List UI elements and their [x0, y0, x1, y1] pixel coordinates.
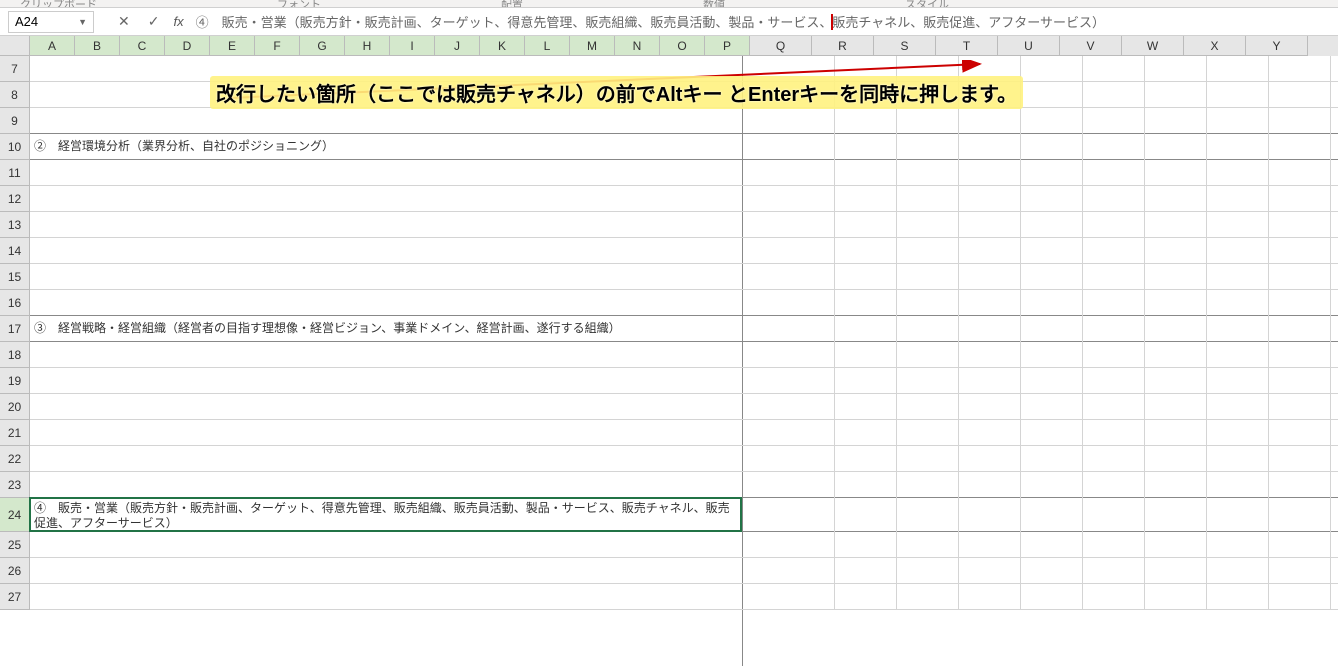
row-header-12[interactable]: 12: [0, 186, 30, 212]
col-header-P[interactable]: P: [705, 36, 750, 56]
cell-A17[interactable]: ③ 経営戦略・経営組織（経営者の目指す理想像・経営ビジョン、事業ドメイン、経営計…: [30, 316, 625, 339]
formula-text-part1: ④ 販売・営業（販売方針・販売計画、ターゲット、得意先管理、販売組織、販売員活動…: [196, 12, 833, 31]
col-header-F[interactable]: F: [255, 36, 300, 56]
col-header-V[interactable]: V: [1060, 36, 1122, 56]
row-header-18[interactable]: 18: [0, 342, 30, 368]
col-header-D[interactable]: D: [165, 36, 210, 56]
row-header-21[interactable]: 21: [0, 420, 30, 446]
row-header-24[interactable]: 24: [0, 498, 30, 532]
annotation-text: 改行したい箇所（ここでは販売チャネル）の前でAltキー とEnterキーを同時に…: [210, 76, 1023, 109]
col-header-R[interactable]: R: [812, 36, 874, 56]
name-box-value: A24: [15, 14, 38, 29]
row-header-7[interactable]: 7: [0, 56, 30, 82]
formula-input[interactable]: ④ 販売・営業（販売方針・販売計画、ターゲット、得意先管理、販売組織、販売員活動…: [196, 12, 1330, 31]
row-header-23[interactable]: 23: [0, 472, 30, 498]
name-box[interactable]: A24 ▼: [8, 11, 94, 33]
col-header-G[interactable]: G: [300, 36, 345, 56]
ribbon-tab-style[interactable]: スタイル: [905, 0, 949, 8]
col-header-Q[interactable]: Q: [750, 36, 812, 56]
col-header-I[interactable]: I: [390, 36, 435, 56]
row-header-8[interactable]: 8: [0, 82, 30, 108]
col-header-L[interactable]: L: [525, 36, 570, 56]
row-header-27[interactable]: 27: [0, 584, 30, 610]
confirm-button[interactable]: ✓: [144, 11, 164, 32]
formula-text-part2: 販売チャネル、販売促進、アフターサービス）: [832, 12, 1105, 31]
row-header-19[interactable]: 19: [0, 368, 30, 394]
row-header-26[interactable]: 26: [0, 558, 30, 584]
ribbon-tabs: クリップボード フォント 配置 数値 スタイル: [0, 0, 1338, 8]
row-header-10[interactable]: 10: [0, 134, 30, 160]
col-header-B[interactable]: B: [75, 36, 120, 56]
row-header-13[interactable]: 13: [0, 212, 30, 238]
row-header-9[interactable]: 9: [0, 108, 30, 134]
col-header-X[interactable]: X: [1184, 36, 1246, 56]
row-header-16[interactable]: 16: [0, 290, 30, 316]
col-header-E[interactable]: E: [210, 36, 255, 56]
row-header-22[interactable]: 22: [0, 446, 30, 472]
cells-area[interactable]: ② 経営環境分析（業界分析、自社のポジショニング） ③ 経営戦略・経営組織（経営…: [30, 56, 1338, 610]
row-header-25[interactable]: 25: [0, 532, 30, 558]
cell-A10[interactable]: ② 経営環境分析（業界分析、自社のポジショニング）: [30, 134, 338, 157]
col-header-S[interactable]: S: [874, 36, 936, 56]
row-header-20[interactable]: 20: [0, 394, 30, 420]
column-headers: A B C D E F G H I J K L M N O P Q R S T …: [0, 36, 1338, 56]
ribbon-tab-number[interactable]: 数値: [703, 0, 725, 8]
col-header-A[interactable]: A: [30, 36, 75, 56]
ribbon-tab-font[interactable]: フォント: [277, 0, 321, 8]
formula-controls: ✕ ✓ fx: [114, 11, 184, 32]
ribbon-tab-clipboard[interactable]: クリップボード: [20, 0, 97, 8]
col-header-W[interactable]: W: [1122, 36, 1184, 56]
spreadsheet-grid[interactable]: 改行したい箇所（ここでは販売チャネル）の前でAltキー とEnterキーを同時に…: [0, 36, 1338, 666]
formula-bar: A24 ▼ ✕ ✓ fx ④ 販売・営業（販売方針・販売計画、ターゲット、得意先…: [0, 8, 1338, 36]
col-header-U[interactable]: U: [998, 36, 1060, 56]
cell-A24[interactable]: ④ 販売・営業（販売方針・販売計画、ターゲット、得意先管理、販売組織、販売員活動…: [30, 498, 742, 534]
cancel-button[interactable]: ✕: [114, 11, 134, 32]
col-header-K[interactable]: K: [480, 36, 525, 56]
col-header-H[interactable]: H: [345, 36, 390, 56]
col-header-J[interactable]: J: [435, 36, 480, 56]
col-header-N[interactable]: N: [615, 36, 660, 56]
select-all-corner[interactable]: [0, 36, 30, 56]
fx-icon[interactable]: fx: [173, 14, 183, 29]
col-header-T[interactable]: T: [936, 36, 998, 56]
row-header-15[interactable]: 15: [0, 264, 30, 290]
row-header-14[interactable]: 14: [0, 238, 30, 264]
row-header-17[interactable]: 17: [0, 316, 30, 342]
row-headers: 7 8 9 10 11 12 13 14 15 16 17 18 19 20 2…: [0, 56, 30, 610]
ribbon-tab-alignment[interactable]: 配置: [501, 0, 523, 8]
row-header-11[interactable]: 11: [0, 160, 30, 186]
col-header-Y[interactable]: Y: [1246, 36, 1308, 56]
chevron-down-icon[interactable]: ▼: [78, 17, 87, 27]
col-header-O[interactable]: O: [660, 36, 705, 56]
col-header-C[interactable]: C: [120, 36, 165, 56]
col-header-M[interactable]: M: [570, 36, 615, 56]
grid-lines-right: [772, 56, 1338, 610]
